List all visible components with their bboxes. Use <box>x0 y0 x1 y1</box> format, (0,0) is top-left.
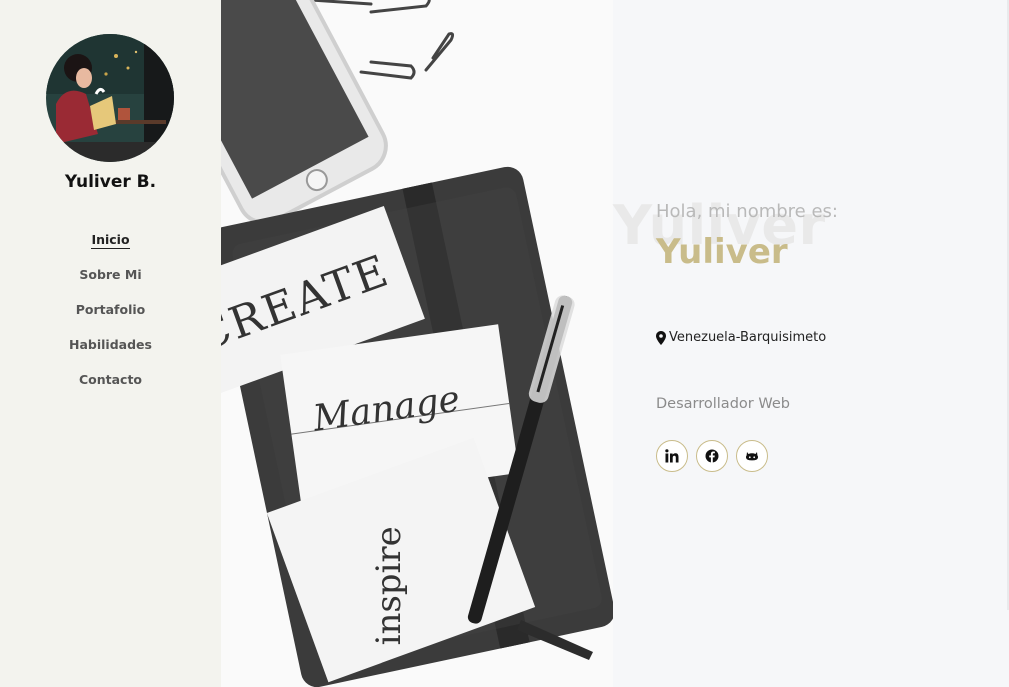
nav-item-habilidades: Habilidades <box>0 334 221 369</box>
svg-text:inspire: inspire <box>369 526 409 645</box>
greeting-text: Hola, mi nombre es: <box>656 201 838 222</box>
location-text: Venezuela-Barquisimeto <box>669 330 827 345</box>
hero-photo: CREATE Manage inspire <box>221 0 613 687</box>
nav-item-portafolio: Portafolio <box>0 299 221 334</box>
github-button[interactable] <box>736 440 768 472</box>
location-line: Venezuela-Barquisimeto <box>656 330 826 345</box>
nav-item-inicio: Inicio <box>0 229 221 264</box>
avatar-illustration <box>46 34 174 162</box>
map-pin-icon <box>656 330 666 345</box>
nav-link-portafolio[interactable]: Portafolio <box>76 302 146 317</box>
intro-panel: Yuliver Hola, mi nombre es: Yuliver Vene… <box>613 0 1009 687</box>
nav-link-inicio[interactable]: Inicio <box>91 232 130 249</box>
github-icon <box>745 452 759 461</box>
facebook-button[interactable] <box>696 440 728 472</box>
nav-item-sobre-mi: Sobre Mi <box>0 264 221 299</box>
social-links <box>656 440 768 472</box>
site-owner-name: Yuliver B. <box>64 172 157 192</box>
main-navigation: Inicio Sobre Mi Portafolio Habilidades C… <box>0 229 221 404</box>
linkedin-icon <box>665 449 679 463</box>
linkedin-button[interactable] <box>656 440 688 472</box>
nav-link-sobre-mi[interactable]: Sobre Mi <box>79 267 141 282</box>
desk-notebook-photo: CREATE Manage inspire <box>221 0 613 687</box>
nav-item-contacto: Contacto <box>0 369 221 404</box>
job-title: Desarrollador Web <box>656 396 790 412</box>
facebook-icon <box>705 449 719 463</box>
sidebar: Yuliver B. Inicio Sobre Mi Portafolio Ha… <box>0 0 221 687</box>
nav-link-habilidades[interactable]: Habilidades <box>69 337 152 352</box>
nav-link-contacto[interactable]: Contacto <box>79 372 142 387</box>
profile-avatar <box>46 34 174 162</box>
first-name-heading: Yuliver <box>656 232 788 272</box>
